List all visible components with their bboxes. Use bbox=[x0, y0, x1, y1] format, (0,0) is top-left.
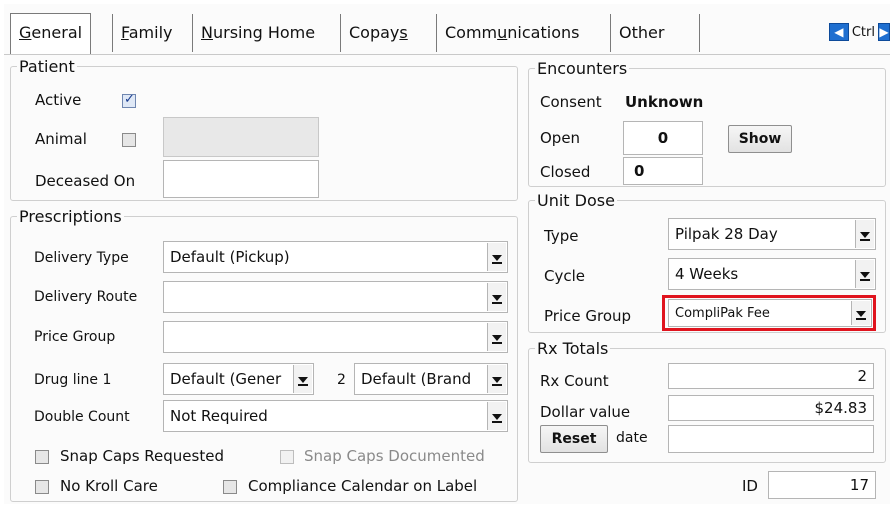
compliance-calendar-label: Compliance Calendar on Label bbox=[248, 477, 478, 495]
unit-dose-legend: Unit Dose bbox=[537, 191, 615, 210]
dollar-value-field: $24.83 bbox=[668, 395, 874, 421]
nav-prev-arrow-icon[interactable]: ◀ bbox=[828, 23, 849, 41]
drug-line-2-select[interactable]: Default (Brand bbox=[354, 363, 508, 395]
delivery-route-select[interactable] bbox=[163, 281, 508, 313]
chevron-down-icon[interactable] bbox=[487, 402, 506, 430]
tab-family[interactable]: Family bbox=[112, 14, 180, 52]
drug-line-2-value: Default (Brand bbox=[361, 370, 472, 388]
chevron-down-icon[interactable] bbox=[487, 365, 506, 393]
rx-count-field: 2 bbox=[668, 363, 874, 389]
price-group-select[interactable] bbox=[163, 321, 508, 353]
animal-field bbox=[163, 117, 319, 157]
encounters-legend: Encounters bbox=[537, 59, 628, 78]
nav-next-arrow-icon[interactable]: ▶ bbox=[878, 23, 890, 41]
price-group-value bbox=[170, 322, 485, 352]
unit-dose-price-group-value: CompliPak Fee bbox=[675, 305, 770, 321]
tab-nursing-home[interactable]: Nursing Home bbox=[192, 14, 323, 52]
drug-line-1-select[interactable]: Default (Gener bbox=[163, 363, 314, 395]
no-kroll-care-checkbox[interactable] bbox=[35, 480, 49, 494]
rx-count-label: Rx Count bbox=[540, 372, 609, 390]
tab-family-label: amily bbox=[128, 23, 173, 42]
delivery-type-select[interactable]: Default (Pickup) bbox=[163, 241, 508, 273]
animal-label: Animal bbox=[35, 130, 87, 148]
consent-label: Consent bbox=[540, 93, 602, 111]
id-field: 17 bbox=[768, 471, 876, 499]
ctrl-nav: ◀ Ctrl ▶ bbox=[828, 21, 890, 43]
prescriptions-legend: Prescriptions bbox=[19, 207, 122, 226]
general-panel: Patient Active Animal Deceased On Prescr… bbox=[4, 55, 890, 504]
active-checkbox[interactable] bbox=[122, 92, 136, 108]
ctrl-label: Ctrl bbox=[851, 24, 875, 40]
date-field bbox=[668, 425, 874, 453]
tab-copays-accel: s bbox=[399, 23, 408, 42]
chevron-down-icon[interactable] bbox=[487, 323, 506, 351]
active-label: Active bbox=[35, 91, 82, 109]
double-count-label: Double Count bbox=[34, 409, 130, 425]
tab-communications-label: nications bbox=[507, 23, 580, 42]
tab-general-label: eneral bbox=[31, 23, 83, 42]
drug-line-label: Drug line 1 bbox=[34, 372, 112, 388]
tab-communications[interactable]: Communications bbox=[436, 14, 587, 52]
window: General Family Nursing Home Copays Commu… bbox=[4, 4, 890, 504]
tab-communications-accel: u bbox=[497, 23, 508, 42]
chevron-down-icon[interactable] bbox=[851, 301, 870, 325]
snap-caps-requested-checkbox[interactable] bbox=[35, 450, 49, 464]
tab-bar: General Family Nursing Home Copays Commu… bbox=[4, 4, 890, 55]
delivery-type-label: Delivery Type bbox=[34, 250, 129, 266]
id-label: ID bbox=[742, 477, 758, 495]
chevron-down-icon[interactable] bbox=[487, 283, 506, 311]
tab-nursing-home-label: ursing Home bbox=[212, 23, 316, 42]
chevron-down-icon[interactable] bbox=[487, 243, 506, 271]
show-button[interactable]: Show bbox=[728, 125, 792, 153]
tab-general-accel: G bbox=[19, 23, 32, 42]
reset-button[interactable]: Reset bbox=[540, 425, 608, 453]
consent-value: Unknown bbox=[625, 93, 704, 111]
unit-dose-type-value: Pilpak 28 Day bbox=[675, 225, 778, 243]
tab-copays[interactable]: Copays bbox=[340, 14, 416, 52]
unit-dose-price-group-select[interactable]: CompliPak Fee bbox=[668, 299, 872, 327]
unit-dose-type-select[interactable]: Pilpak 28 Day bbox=[668, 218, 876, 250]
deceased-on-field[interactable] bbox=[163, 160, 319, 198]
chevron-down-icon[interactable] bbox=[855, 220, 874, 248]
double-count-value: Not Required bbox=[170, 407, 268, 425]
cycle-label: Cycle bbox=[544, 267, 585, 285]
patient-legend: Patient bbox=[19, 57, 75, 76]
closed-label: Closed bbox=[540, 163, 591, 181]
tab-family-accel: F bbox=[121, 23, 129, 42]
closed-count-field: 0 bbox=[623, 157, 703, 185]
tab-copays-label: Copay bbox=[349, 23, 400, 42]
chevron-down-icon[interactable] bbox=[855, 260, 874, 288]
delivery-route-label: Delivery Route bbox=[34, 289, 138, 305]
snap-caps-documented-checkbox bbox=[280, 450, 294, 464]
tab-other[interactable]: Other bbox=[610, 14, 700, 52]
drug-line-1-value: Default (Gener bbox=[170, 370, 282, 388]
tab-general[interactable]: General bbox=[10, 13, 92, 54]
unit-dose-price-group-label: Price Group bbox=[544, 307, 632, 325]
price-group-label: Price Group bbox=[34, 329, 116, 345]
animal-checkbox[interactable] bbox=[122, 133, 136, 147]
dollar-value-label: Dollar value bbox=[540, 403, 631, 421]
delivery-type-value: Default (Pickup) bbox=[170, 248, 290, 266]
delivery-route-value bbox=[170, 282, 485, 312]
drug-line-2-label: 2 bbox=[337, 372, 346, 388]
tab-nursing-home-accel: N bbox=[201, 23, 213, 42]
tab-other-label: Other bbox=[619, 23, 665, 42]
snap-caps-requested-label: Snap Caps Requested bbox=[60, 447, 224, 465]
chevron-down-icon[interactable] bbox=[293, 365, 312, 393]
cycle-value: 4 Weeks bbox=[675, 265, 739, 283]
snap-caps-documented-label: Snap Caps Documented bbox=[304, 447, 485, 465]
no-kroll-care-label: No Kroll Care bbox=[60, 477, 158, 495]
double-count-select[interactable]: Not Required bbox=[163, 400, 508, 432]
compliance-calendar-checkbox[interactable] bbox=[223, 480, 237, 494]
date-label: date bbox=[616, 430, 648, 446]
open-count-field: 0 bbox=[623, 121, 703, 155]
deceased-on-label: Deceased On bbox=[35, 172, 136, 190]
open-label: Open bbox=[540, 129, 581, 147]
tab-communications-prefix: Comm bbox=[445, 23, 498, 42]
unit-dose-type-label: Type bbox=[544, 227, 579, 245]
rx-totals-legend: Rx Totals bbox=[537, 339, 609, 358]
cycle-select[interactable]: 4 Weeks bbox=[668, 258, 876, 290]
